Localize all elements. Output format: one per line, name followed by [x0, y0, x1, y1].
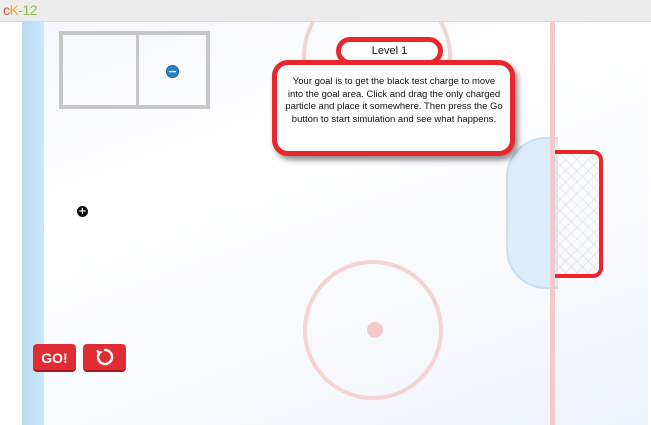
instructions-text: Your goal is to get the black test charg… — [285, 76, 503, 125]
rink-left-margin — [0, 22, 22, 425]
faceoff-dot — [367, 322, 383, 338]
hockey-rink-field[interactable]: − + Your goal is to get the black test c… — [0, 22, 648, 425]
reset-button[interactable] — [83, 344, 126, 372]
negative-charge-particle[interactable]: − — [166, 65, 179, 78]
top-bar: cK-12 — [0, 0, 651, 22]
particle-minimap — [59, 31, 210, 109]
minimap-divider — [136, 35, 139, 105]
black-test-charge: + — [77, 205, 88, 217]
go-button[interactable]: GO! — [33, 344, 76, 372]
ck12-logo: cK-12 — [3, 2, 38, 18]
instructions-box: Your goal is to get the black test charg… — [272, 60, 515, 156]
reset-icon — [95, 348, 113, 366]
level-label: Level 1 — [336, 37, 443, 65]
goal-net — [555, 150, 603, 278]
